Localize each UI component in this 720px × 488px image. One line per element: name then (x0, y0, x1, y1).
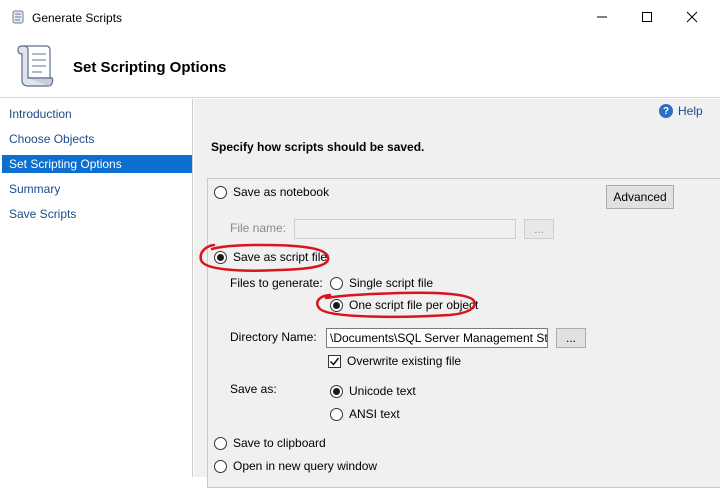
files-to-generate-label: Files to generate: (230, 276, 323, 290)
radio-label: Save to clipboard (233, 436, 326, 450)
nav-item-summary[interactable]: Summary (2, 180, 192, 198)
save-as-notebook-radio[interactable]: Save as notebook (214, 185, 329, 199)
advanced-button[interactable]: Advanced (606, 185, 674, 209)
checkbox-label: Overwrite existing file (347, 354, 462, 368)
section-heading: Specify how scripts should be saved. (211, 140, 425, 154)
file-name-label: File name: (230, 221, 287, 235)
radio-label: Save as notebook (233, 185, 330, 199)
checkbox-indicator (328, 354, 341, 368)
output-options-group: Save as notebook Advanced File name: ...… (207, 178, 720, 488)
close-icon (686, 11, 698, 23)
radio-indicator (214, 436, 227, 450)
radio-indicator (330, 276, 343, 290)
minimize-button[interactable] (587, 6, 617, 28)
wizard-header: Set Scripting Options (0, 34, 720, 98)
radio-label: Open in new query window (233, 459, 378, 473)
checkmark-icon (329, 357, 340, 366)
maximize-button[interactable] (632, 6, 662, 28)
radio-label: Save as script file (233, 250, 328, 264)
overwrite-existing-checkbox[interactable]: Overwrite existing file (328, 354, 461, 368)
nav-item-save-scripts[interactable]: Save Scripts (2, 205, 192, 223)
open-in-new-query-window-radio[interactable]: Open in new query window (214, 459, 377, 473)
directory-browse-button[interactable]: ... (556, 328, 586, 348)
radio-indicator (214, 185, 227, 199)
save-as-label: Save as: (230, 382, 277, 396)
file-name-input[interactable] (294, 219, 516, 239)
radio-label: ANSI text (349, 407, 400, 421)
window-title: Generate Scripts (32, 11, 123, 25)
radio-indicator (330, 298, 343, 312)
radio-label: Unicode text (349, 384, 416, 398)
nav-item-set-scripting-options[interactable]: Set Scripting Options (2, 155, 192, 173)
radio-indicator (330, 384, 343, 398)
radio-indicator (214, 250, 227, 264)
maximize-icon (642, 12, 652, 22)
directory-name-label: Directory Name: (230, 330, 317, 344)
close-button[interactable] (677, 6, 707, 28)
page-title: Set Scripting Options (73, 59, 227, 76)
one-script-per-object-radio[interactable]: One script file per object (330, 298, 478, 312)
help-link[interactable]: ? Help (659, 103, 703, 119)
directory-name-input[interactable]: \Documents\SQL Server Management Studio (326, 328, 548, 348)
single-script-file-radio[interactable]: Single script file (330, 276, 433, 290)
ansi-text-radio[interactable]: ANSI text (330, 407, 400, 421)
radio-indicator (214, 459, 227, 473)
radio-label: One script file per object (349, 298, 479, 312)
wizard-nav: Introduction Choose Objects Set Scriptin… (0, 99, 193, 477)
unicode-text-radio[interactable]: Unicode text (330, 384, 416, 398)
save-to-clipboard-radio[interactable]: Save to clipboard (214, 436, 326, 450)
content-panel: ? Help Specify how scripts should be sav… (194, 99, 720, 488)
minimize-icon (597, 16, 607, 18)
script-scroll-icon (17, 45, 54, 87)
file-name-browse-button[interactable]: ... (524, 219, 554, 239)
radio-indicator (330, 407, 343, 421)
help-icon: ? (659, 104, 673, 118)
nav-item-introduction[interactable]: Introduction (2, 105, 192, 123)
scroll-icon (12, 10, 24, 24)
radio-label: Single script file (349, 276, 434, 290)
nav-item-choose-objects[interactable]: Choose Objects (2, 130, 192, 148)
title-bar: Generate Scripts (0, 0, 720, 34)
save-as-script-file-radio[interactable]: Save as script file (214, 250, 327, 264)
help-label: Help (678, 104, 703, 118)
